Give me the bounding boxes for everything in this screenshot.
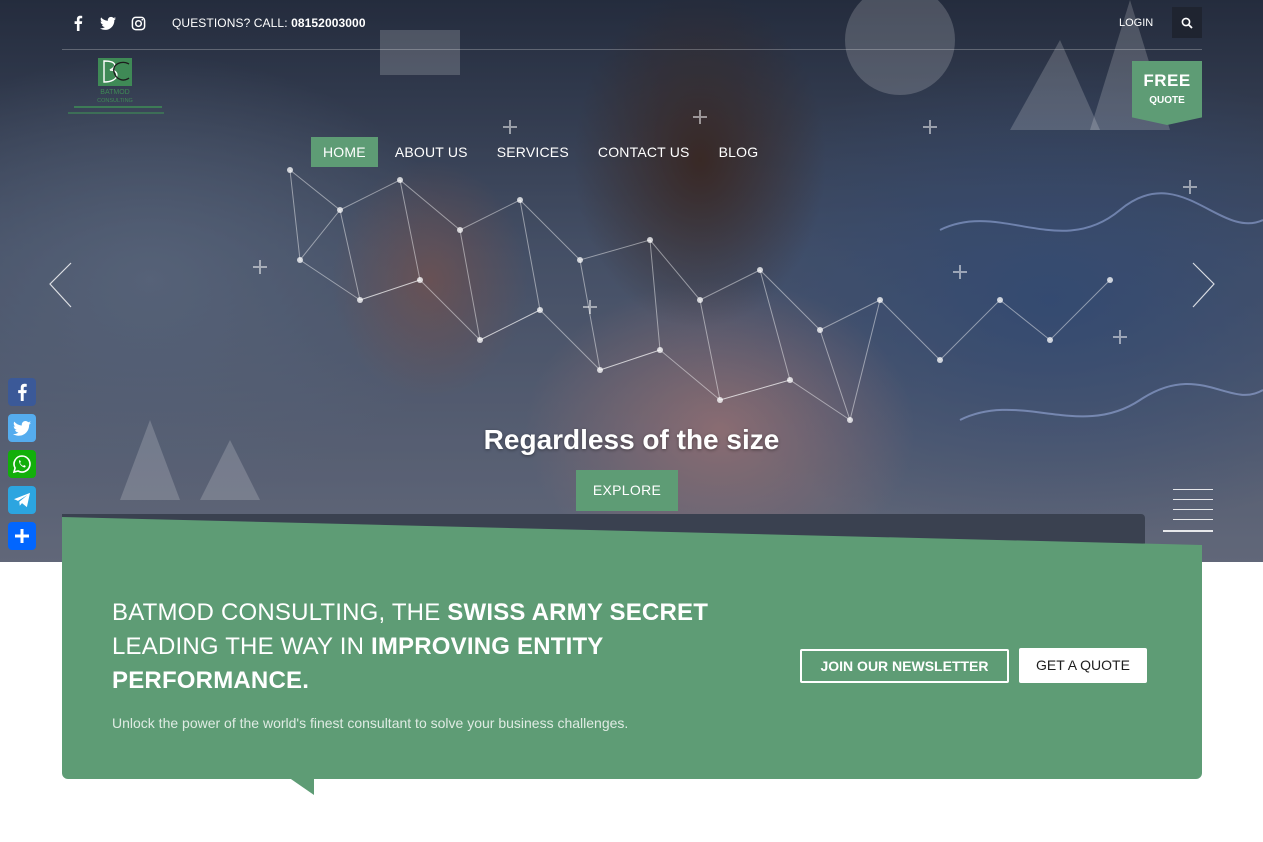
nav-item-about-us[interactable]: ABOUT US [383,137,480,167]
free-quote-badge[interactable]: FREE QUOTE [1132,61,1202,125]
main-nav: HOME ABOUT US SERVICES CONTACT US BLOG [311,137,775,167]
nav-item-contact-us[interactable]: CONTACT US [586,137,702,167]
join-newsletter-button[interactable]: JOIN OUR NEWSLETTER [800,649,1009,683]
questions-label: QUESTIONS? CALL: [172,16,288,30]
cta-subtext: Unlock the power of the world's finest c… [112,715,629,731]
social-links [70,14,146,32]
share-button[interactable] [8,522,36,550]
slider-prev-arrow[interactable] [46,262,76,308]
free-quote-line1: FREE [1143,71,1191,90]
get-quote-button[interactable]: GET A QUOTE [1019,648,1147,683]
search-icon [1181,17,1193,29]
telegram-share-button[interactable] [8,486,36,514]
nav-item-services[interactable]: SERVICES [485,137,581,167]
phone-number[interactable]: 08152003000 [291,16,366,30]
slider-next-arrow[interactable] [1188,262,1218,308]
logo-subtitle: CONSULTING [97,98,133,104]
top-bar: QUESTIONS? CALL: 08152003000 LOGIN [62,0,1202,50]
menu-toggle[interactable] [1163,489,1213,532]
nav-item-home[interactable]: HOME [311,137,378,167]
facebook-icon[interactable] [70,14,86,32]
whatsapp-icon [12,455,31,474]
explore-button[interactable]: EXPLORE [576,470,678,511]
facebook-icon [18,383,27,401]
instagram-icon[interactable] [130,14,146,32]
logo-name: BATMOD [100,89,129,96]
free-quote-line2: QUOTE [1149,95,1185,106]
facebook-share-button[interactable] [8,378,36,406]
chevron-left-icon [49,262,72,308]
site-logo[interactable]: BATMOD CONSULTING [66,56,168,120]
cta-heading: BATMOD CONSULTING, THE SWISS ARMY SECRET… [112,596,732,698]
share-sidebar [8,378,36,550]
share-icon [15,529,29,543]
twitter-icon[interactable] [100,14,116,32]
cta-heading-part2: LEADING THE WAY IN [112,633,371,660]
page: QUESTIONS? CALL: 08152003000 LOGIN BATMO… [0,0,1263,842]
cta-heading-part1: BATMOD CONSULTING, THE [112,599,448,626]
chevron-right-icon [1192,262,1215,308]
login-link[interactable]: LOGIN [1119,17,1153,29]
contact-phone: QUESTIONS? CALL: 08152003000 [172,16,366,30]
search-button[interactable] [1172,7,1202,38]
nav-item-blog[interactable]: BLOG [707,137,771,167]
cta-card-tail [288,777,314,795]
telegram-icon [14,492,30,508]
cta-heading-bold1: SWISS ARMY SECRET [447,599,709,626]
hero-caption: Regardless of the size [483,424,780,455]
